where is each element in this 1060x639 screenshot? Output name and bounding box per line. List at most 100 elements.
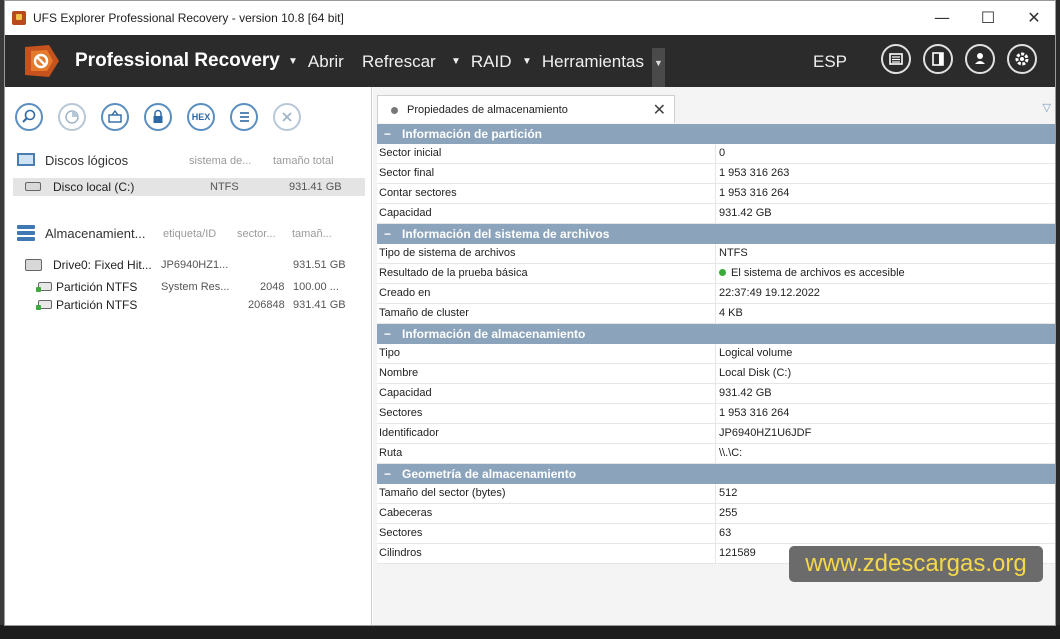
- col-header-total-size[interactable]: tamaño total: [273, 155, 334, 167]
- property-value-cell: 121589: [719, 547, 756, 559]
- col-header-sector[interactable]: sector...: [237, 228, 276, 240]
- property-row[interactable]: Nombre Local Disk (C:): [377, 364, 1055, 384]
- column-divider: [715, 364, 716, 383]
- property-group-header[interactable]: − Geometría de almacenamiento: [377, 464, 1055, 484]
- menu-raid[interactable]: ▼ RAID: [451, 52, 512, 72]
- property-value-cell: JP6940HZ1U6JDF: [719, 427, 811, 439]
- property-row[interactable]: Contar sectores 1 953 316 264: [377, 184, 1055, 204]
- disk-name: Disco local (C:): [53, 180, 135, 194]
- hex-icon: HEX: [191, 112, 211, 122]
- property-value-cell: 255: [719, 507, 737, 519]
- sidebar-button[interactable]: [923, 44, 953, 74]
- property-row[interactable]: Creado en 22:37:49 19.12.2022: [377, 284, 1055, 304]
- search-button[interactable]: [15, 103, 43, 131]
- property-group-title: Geometría de almacenamiento: [402, 467, 577, 481]
- close-button[interactable]: [273, 103, 301, 131]
- property-value-cell: 512: [719, 487, 737, 499]
- caret-down-icon: ▼: [522, 56, 532, 67]
- property-value: 255: [719, 507, 738, 519]
- col-header-label[interactable]: etiqueta/ID: [163, 228, 216, 240]
- list-item-drive[interactable]: Drive0: Fixed Hit... JP6940HZ1... 931.51…: [13, 256, 365, 274]
- column-divider: [715, 424, 716, 443]
- property-row[interactable]: Tipo Logical volume: [377, 344, 1055, 364]
- property-row[interactable]: Cabeceras 255: [377, 504, 1055, 524]
- property-row[interactable]: Sectores 63: [377, 524, 1055, 544]
- property-group-header[interactable]: − Información de almacenamiento: [377, 324, 1055, 344]
- language-selector[interactable]: ESP: [813, 52, 847, 72]
- column-divider: [715, 144, 716, 163]
- window-title: UFS Explorer Professional Recovery - ver…: [33, 11, 344, 25]
- scan-button[interactable]: [58, 103, 86, 131]
- menu-raid-label: RAID: [470, 52, 512, 71]
- property-value-cell: 1 953 316 264: [719, 187, 789, 199]
- property-group-header[interactable]: − Información del sistema de archivos: [377, 224, 1055, 244]
- property-row[interactable]: Sector inicial 0: [377, 144, 1055, 164]
- list-item-partition[interactable]: Partición NTFS 206848 931.41 GB: [13, 296, 365, 314]
- menu-herramientas[interactable]: ▼ Herramientas: [522, 52, 644, 72]
- column-divider: [715, 304, 716, 323]
- brand-title: Professional Recovery: [75, 50, 280, 71]
- panel-button[interactable]: [881, 44, 911, 74]
- property-row[interactable]: Ruta \\.\C:: [377, 444, 1055, 464]
- col-header-size[interactable]: tamañ...: [292, 228, 332, 240]
- settings-button[interactable]: [1007, 44, 1037, 74]
- property-key: Sectores: [379, 407, 423, 419]
- hex-button[interactable]: HEX: [187, 103, 215, 131]
- menu-abrir[interactable]: ▼ Abrir: [288, 52, 344, 72]
- tab-close-icon[interactable]: ✕: [653, 100, 666, 119]
- taskbar: [0, 625, 1060, 639]
- lock-button[interactable]: [144, 103, 172, 131]
- drive-size: 931.51 GB: [293, 259, 346, 271]
- watermark: www.zdescargas.org: [789, 546, 1043, 582]
- menu-overflow-button[interactable]: ▼: [652, 48, 665, 87]
- property-row[interactable]: Tipo de sistema de archivos NTFS: [377, 244, 1055, 264]
- user-icon: [975, 53, 985, 64]
- status-ok-icon: [719, 269, 726, 276]
- filter-icon[interactable]: ▽: [1043, 101, 1051, 114]
- disk-filesystem: NTFS: [210, 181, 239, 193]
- tab-storage-properties[interactable]: Propiedades de almacenamiento ✕: [377, 95, 675, 123]
- property-value: 1 953 316 263: [719, 167, 790, 179]
- storage-icon: [17, 225, 35, 241]
- property-row[interactable]: Tamaño de cluster 4 KB: [377, 304, 1055, 324]
- menu-refrescar[interactable]: Refrescar: [362, 52, 436, 72]
- property-key: Nombre: [379, 367, 419, 379]
- property-value-cell: 0: [719, 147, 725, 159]
- col-header-filesystem[interactable]: sistema de...: [189, 155, 251, 167]
- property-value: Local Disk (C:): [719, 367, 792, 379]
- user-button[interactable]: [965, 44, 995, 74]
- property-key: Sectores: [379, 527, 423, 539]
- property-group-header[interactable]: − Información de partición: [377, 124, 1055, 144]
- list-item-partition[interactable]: Partición NTFS System Res... 2048 100.00…: [13, 278, 365, 296]
- property-value: \\.\C:: [719, 447, 743, 459]
- property-row[interactable]: Sector final 1 953 316 263: [377, 164, 1055, 184]
- close-window-button[interactable]: ✕: [1019, 7, 1049, 29]
- caret-down-icon: ▼: [288, 56, 298, 67]
- partition-name: Partición NTFS: [56, 298, 138, 312]
- property-key: Capacidad: [379, 387, 432, 399]
- property-row[interactable]: Capacidad 931.42 GB: [377, 204, 1055, 224]
- property-value: NTFS: [719, 247, 748, 259]
- collapse-icon: −: [384, 327, 392, 341]
- column-divider: [715, 544, 716, 563]
- property-value: 1 953 316 264: [719, 187, 790, 199]
- maximize-button[interactable]: ☐: [973, 7, 1003, 29]
- list-item-logical-disk[interactable]: Disco local (C:) NTFS 931.41 GB: [13, 178, 365, 196]
- property-row[interactable]: Identificador JP6940HZ1U6JDF: [377, 424, 1055, 444]
- list-button[interactable]: [230, 103, 258, 131]
- collapse-icon: −: [384, 227, 392, 241]
- property-row[interactable]: Tamaño del sector (bytes) 512: [377, 484, 1055, 504]
- image-button[interactable]: [101, 103, 129, 131]
- property-value: 931.42 GB: [719, 207, 772, 219]
- title-bar: UFS Explorer Professional Recovery - ver…: [5, 1, 1055, 35]
- property-key: Creado en: [379, 287, 431, 299]
- property-row[interactable]: Sectores 1 953 316 264: [377, 404, 1055, 424]
- tab-status-icon: [391, 107, 398, 114]
- property-value-cell: 1 953 316 263: [719, 167, 789, 179]
- column-divider: [715, 504, 716, 523]
- partition-size: 931.41 GB: [293, 299, 346, 311]
- column-divider: [715, 264, 716, 283]
- property-row[interactable]: Resultado de la prueba básica El sistema …: [377, 264, 1055, 284]
- minimize-button[interactable]: —: [927, 7, 957, 29]
- property-row[interactable]: Capacidad 931.42 GB: [377, 384, 1055, 404]
